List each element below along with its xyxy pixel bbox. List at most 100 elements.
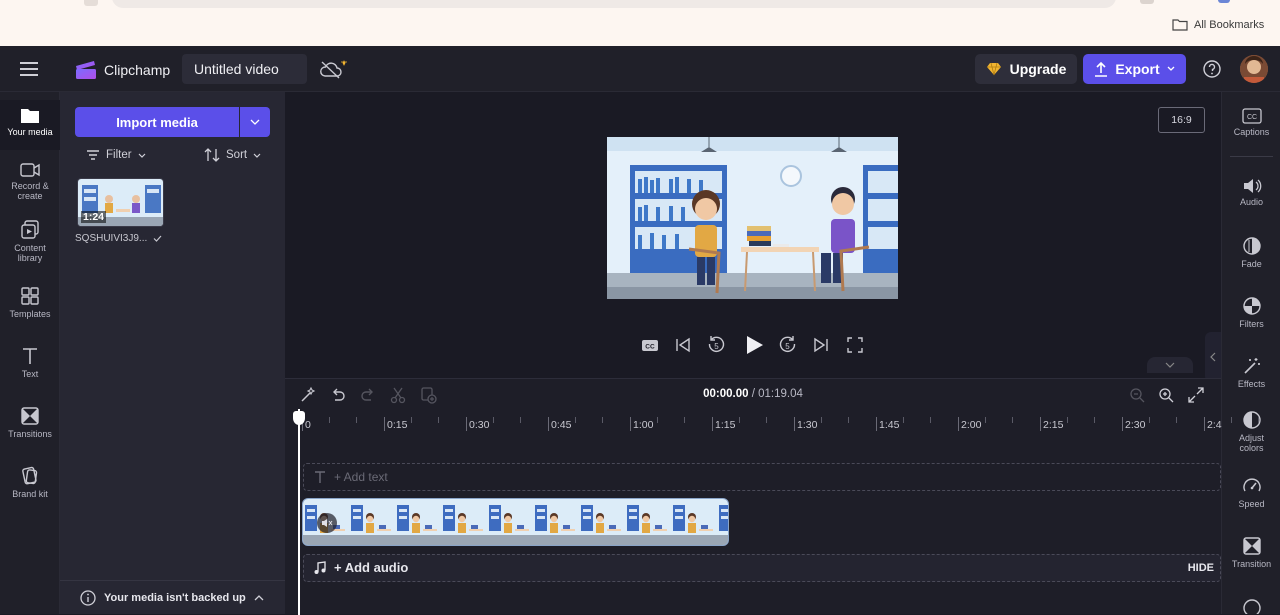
more-panel-icon[interactable]	[1242, 594, 1262, 614]
nav-transitions[interactable]: Transitions	[0, 406, 60, 439]
nav-templates[interactable]: Templates	[0, 286, 60, 319]
timeline-panel: 00:00.00 / 01:19.04 0 0:15 0:30 0:45 1:00 1:1…	[285, 378, 1259, 615]
ruler-tick	[1122, 417, 1123, 431]
nav-text[interactable]: Text	[0, 346, 60, 379]
ruler-minor-tick	[1176, 417, 1177, 423]
skip-to-end-icon[interactable]	[813, 336, 829, 354]
ruler-minor-tick	[575, 417, 576, 423]
add-audio-label: + Add audio	[334, 560, 409, 575]
ruler-minor-tick	[411, 417, 412, 423]
project-title: Untitled video	[194, 61, 279, 77]
library-icon	[21, 220, 39, 239]
clip-volume-icon[interactable]	[317, 513, 337, 533]
playhead-handle[interactable]	[293, 411, 305, 425]
panel-transition[interactable]: Transition	[1222, 536, 1280, 569]
nav-your-media[interactable]: Your media	[0, 106, 60, 137]
all-bookmarks-button[interactable]: All Bookmarks	[1172, 18, 1264, 31]
ruler-minor-tick	[1094, 417, 1095, 423]
media-filename: SQSHUIVI3J9...	[75, 233, 148, 244]
ruler-label: 1:45	[879, 419, 900, 431]
ruler-minor-tick	[766, 417, 767, 423]
panel-captions[interactable]: CC Captions	[1222, 108, 1280, 137]
ruler-tick	[876, 417, 877, 431]
profile-icon[interactable]	[1218, 0, 1230, 3]
browser-extension-icon[interactable]	[1140, 0, 1154, 4]
playhead-line[interactable]	[298, 409, 300, 615]
browser-nav-button[interactable]	[84, 0, 98, 6]
cloud-sync-off-icon[interactable]	[319, 58, 349, 80]
panel-filters[interactable]: Filters	[1222, 296, 1280, 329]
help-icon[interactable]	[1202, 59, 1222, 79]
upgrade-button[interactable]: Upgrade	[975, 54, 1077, 84]
hamburger-menu-icon[interactable]	[18, 59, 40, 79]
filmstrip-frame	[625, 499, 671, 545]
filter-button[interactable]: Filter	[86, 149, 146, 161]
ruler-tick	[794, 417, 795, 431]
panel-speed[interactable]: Speed	[1222, 476, 1280, 509]
collapse-right-panel-button[interactable]	[1205, 332, 1221, 382]
panel-effects[interactable]: Effects	[1222, 356, 1280, 389]
video-clip[interactable]	[302, 498, 729, 546]
ruler-tick	[1204, 417, 1205, 431]
chevron-down-icon	[1167, 66, 1175, 71]
chevron-down-icon	[253, 153, 261, 158]
export-button[interactable]: Export	[1083, 54, 1186, 84]
info-icon	[80, 589, 96, 606]
nav-content-library[interactable]: Content library	[0, 220, 60, 263]
text-icon	[23, 348, 37, 364]
checkmark-icon	[153, 235, 162, 242]
filmstrip-frame	[441, 499, 487, 545]
collapse-timeline-button[interactable]	[1147, 357, 1193, 373]
skip-to-start-icon[interactable]	[675, 336, 691, 354]
import-media-label: Import media	[116, 114, 198, 130]
ruler-tick	[630, 417, 631, 431]
avatar[interactable]	[1240, 55, 1268, 83]
panel-audio[interactable]: Audio	[1222, 178, 1280, 207]
captions-toggle-icon[interactable]: CC	[640, 336, 660, 354]
fullscreen-icon[interactable]	[847, 337, 863, 353]
ruler-minor-tick	[493, 417, 494, 423]
ruler-label: 1:15	[715, 419, 736, 431]
ruler-minor-tick	[821, 417, 822, 423]
ruler-minor-tick	[739, 417, 740, 423]
rewind-5-seconds-icon[interactable]: 5	[706, 335, 726, 355]
media-duration: 1:24	[81, 211, 107, 223]
ruler-minor-tick	[1231, 417, 1232, 423]
media-thumbnail[interactable]: 1:24	[77, 178, 164, 227]
transition-icon	[1242, 537, 1261, 555]
aspect-ratio-button[interactable]: 16:9	[1158, 107, 1205, 133]
import-options-button[interactable]	[240, 107, 270, 137]
preview-area: 16:9 CC 5 5	[285, 92, 1221, 382]
forward-5-seconds-icon[interactable]: 5	[778, 335, 798, 355]
address-bar[interactable]	[112, 0, 1116, 8]
video-frame-image	[607, 137, 898, 299]
text-track[interactable]: + Add text	[303, 463, 1221, 491]
panel-label: Captions	[1233, 127, 1270, 137]
folder-icon	[1172, 19, 1188, 31]
play-button[interactable]	[743, 334, 765, 356]
audio-track[interactable]: + Add audio HIDE	[303, 554, 1221, 582]
filmstrip-frame	[533, 499, 579, 545]
import-media-button[interactable]: Import media	[75, 107, 239, 137]
panel-label: Adjust colors	[1238, 433, 1264, 453]
ruler-label: 1:30	[797, 419, 818, 431]
nav-brand-kit[interactable]: Brand kit	[0, 466, 60, 499]
chevron-down-icon	[1165, 362, 1175, 368]
backup-notice[interactable]: Your media isn't backed up	[60, 580, 285, 614]
project-title-field[interactable]: Untitled video	[182, 54, 307, 84]
clipchamp-logo-icon	[74, 58, 98, 80]
ruler-minor-tick	[985, 417, 986, 423]
ruler-minor-tick	[356, 417, 357, 423]
timeline-ruler[interactable]: 0 0:15 0:30 0:45 1:00 1:15 1:30 1:45 2:00 2:15 2:3…	[285, 379, 1259, 439]
panel-label: Effects	[1237, 379, 1266, 389]
browser-chrome: All Bookmarks	[0, 0, 1280, 46]
video-preview-frame[interactable]	[607, 137, 898, 299]
panel-label: Audio	[1239, 197, 1264, 207]
nav-record-create[interactable]: Record & create	[0, 162, 60, 201]
chevron-down-icon	[250, 119, 260, 125]
sort-button[interactable]: Sort	[204, 148, 261, 162]
hide-audio-button[interactable]: HIDE	[1188, 562, 1214, 574]
panel-fade[interactable]: Fade	[1222, 236, 1280, 269]
svg-text:CC: CC	[645, 344, 655, 351]
speedometer-icon	[1242, 478, 1261, 492]
